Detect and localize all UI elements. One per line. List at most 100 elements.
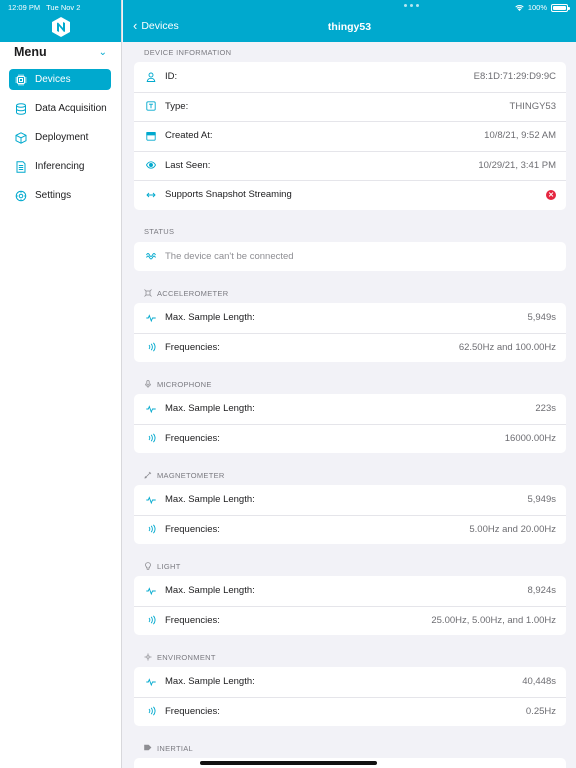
sample-length-label: Max. Sample Length: [165,494,255,506]
environment-card: Max. Sample Length: 40,448s Frequencies:… [134,667,566,726]
sidebar-nav: Devices Data Acquisition Deployment Infe… [0,69,121,206]
sample-length-label: Max. Sample Length: [165,403,255,415]
type-icon [146,101,156,111]
microphone-card: Max. Sample Length: 223s Frequencies: 16… [134,394,566,453]
magnetometer-card: Max. Sample Length: 5,949s Frequencies: … [134,485,566,544]
battery-icon [551,3,570,12]
device-info-card: ID: E8:1D:71:29:D9:9C Type: THINGY53 Cre… [134,62,566,210]
sidebar-item-label: Settings [35,190,72,201]
signal-waves-icon [148,615,156,625]
signal-waves-icon [148,524,156,534]
battery-percent: 100% [527,3,547,12]
signal-waves-icon [148,342,156,352]
frequencies-row: Frequencies: 25.00Hz, 5.00Hz, and 1.00Hz [134,605,566,636]
environment-icon [144,653,152,661]
arrows-horizontal-icon [146,192,156,198]
section-header-microphone: MICROPHONE [134,374,566,394]
last-seen-value: 10/29/21, 3:41 PM [478,159,556,171]
menu-header[interactable]: Menu ⌄ [0,42,121,62]
microphone-icon [145,380,151,388]
created-label: Created At: [165,130,213,142]
home-indicator[interactable] [200,761,377,765]
section-header-status: STATUS [144,227,175,236]
section-header-inertial: INERTIAL [134,738,566,758]
pulse-icon [146,495,156,505]
sidebar-item-devices[interactable]: Devices [9,69,111,90]
last-seen-label: Last Seen: [165,159,211,171]
type-label: Type: [165,100,189,112]
status-card: The device can't be connected [134,241,566,272]
status-bar-right: 100% [515,3,570,12]
pulse-icon [146,586,156,596]
accelerometer-card: Max. Sample Length: 5,949s Frequencies: … [134,303,566,362]
sample-length-value: 223s [535,403,556,415]
frequencies-value: 16000.00Hz [504,432,556,444]
sidebar-item-label: Data Acquisition [35,103,107,114]
frequencies-label: Frequencies: [165,523,220,535]
frequencies-label: Frequencies: [165,341,220,353]
section-header-light: LIGHT [134,556,566,576]
page-title: thingy53 [327,21,372,33]
chip-icon [15,74,27,85]
multitasking-dots-icon[interactable] [404,4,419,7]
sample-length-value: 5,949s [527,494,556,506]
sensor-name: ACCELEROMETER [157,288,229,298]
status-time: 12:09 PM [8,3,41,12]
frequencies-value: 5.00Hz and 20.00Hz [469,523,556,535]
sidebar-item-inferencing[interactable]: Inferencing [9,156,111,177]
type-value: THINGY53 [509,100,556,112]
last-seen-row: Last Seen: 10/29/21, 3:41 PM [134,150,566,181]
main-panel: 100% ‹ Devices thingy53 DEVICE INFORMATI… [123,0,576,768]
status-text: The device can't be connected [165,250,294,262]
sample-length-label: Max. Sample Length: [165,312,255,324]
sample-length-value: 40,448s [522,676,556,688]
cube-icon [15,131,27,144]
sidebar-header: 12:09 PM Tue Nov 2 [0,0,121,42]
sidebar-item-label: Inferencing [35,161,85,172]
sidebar: 12:09 PM Tue Nov 2 Menu ⌄ Devices Data Ac… [0,0,122,768]
chevron-down-icon[interactable]: ⌄ [99,47,107,58]
frequencies-row: Frequencies: 62.50Hz and 100.00Hz [134,332,566,363]
signal-waves-icon [148,706,156,716]
created-value: 10/8/21, 9:52 AM [484,130,556,142]
sample-length-value: 8,924s [527,585,556,597]
device-detail-list[interactable]: DEVICE INFORMATION ID: E8:1D:71:29:D9:9C… [123,42,576,768]
section-header-environment: ENVIRONMENT [134,647,566,667]
sidebar-item-label: Devices [35,74,71,85]
frequencies-label: Frequencies: [165,432,220,444]
type-row: Type: THINGY53 [134,91,566,122]
sensor-name: ENVIRONMENT [157,652,216,662]
sensor-name: INERTIAL [157,743,194,753]
waveform-icon [146,253,156,260]
status-date: Tue Nov 2 [46,3,81,12]
sample-length-value: 5,949s [527,312,556,324]
sample-length-label: Max. Sample Length: [165,585,255,597]
status-row: The device can't be connected [134,242,566,272]
sidebar-item-label: Deployment [35,132,89,143]
sensor-name: MAGNETOMETER [157,470,225,480]
light-card: Max. Sample Length: 8,924s Frequencies: … [134,576,566,635]
unsupported-x-icon: ✕ [546,189,556,200]
sample-length-row: Max. Sample Length: 223s [134,394,566,424]
accelerometer-icon [144,289,152,297]
sensor-name: MICROPHONE [157,379,212,389]
pulse-icon [146,313,156,323]
signal-waves-icon [148,433,156,443]
sidebar-item-data-acquisition[interactable]: Data Acquisition [9,98,111,119]
calendar-icon [146,131,156,141]
frequencies-row: Frequencies: 0.25Hz [134,696,566,727]
frequencies-row: Frequencies: 5.00Hz and 20.00Hz [134,514,566,545]
sidebar-item-deployment[interactable]: Deployment [9,127,111,148]
created-row: Created At: 10/8/21, 9:52 AM [134,121,566,151]
inertial-icon [144,744,152,751]
database-icon [16,102,26,115]
menu-title: Menu [14,45,47,59]
eye-icon [146,161,156,169]
person-icon [146,72,156,82]
frequencies-label: Frequencies: [165,705,220,717]
sample-length-row: Max. Sample Length: 5,949s [134,303,566,333]
snapshot-row: Supports Snapshot Streaming ✕ [134,180,566,210]
sidebar-item-settings[interactable]: Settings [9,185,111,206]
document-icon [16,160,26,173]
frequencies-value: 25.00Hz, 5.00Hz, and 1.00Hz [431,614,556,626]
